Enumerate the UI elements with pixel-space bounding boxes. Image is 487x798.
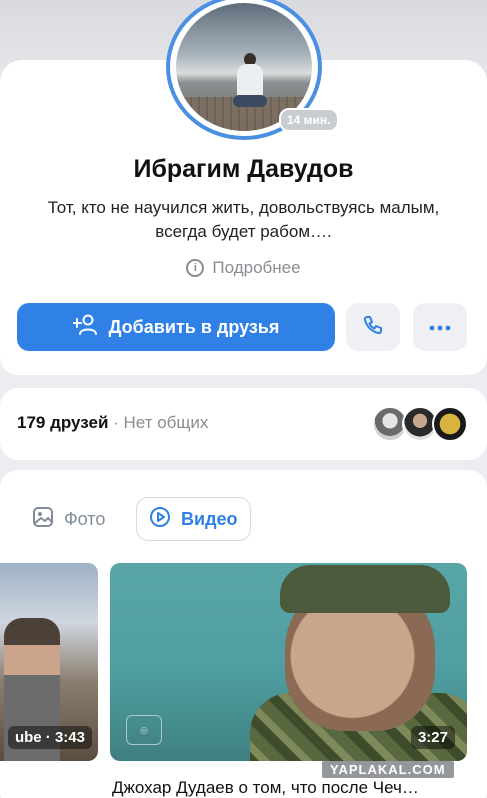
video-thumbnail[interactable]: ube · 3:43 — [0, 563, 98, 761]
add-friend-label: Добавить в друзья — [108, 316, 280, 337]
more-button[interactable] — [413, 303, 467, 351]
more-info-label: Подробнее — [212, 258, 301, 277]
more-icon — [429, 318, 451, 336]
add-user-icon — [71, 314, 99, 341]
video-duration: 3:27 — [410, 726, 455, 749]
more-info-link[interactable]: i Подробнее — [0, 258, 487, 278]
info-icon: i — [186, 259, 205, 277]
profile-status: Тот, кто не научился жить, довольствуясь… — [47, 198, 440, 241]
tab-video-label: Видео — [181, 508, 238, 529]
profile-name: Ибрагим Давудов — [133, 155, 354, 183]
video-thumbnail[interactable]: ◎ 3:27 — [110, 563, 467, 761]
play-icon — [149, 506, 171, 533]
tab-photo[interactable]: Фото — [20, 497, 117, 541]
photo-icon — [32, 506, 54, 533]
phone-icon — [362, 314, 384, 341]
channel-logo-icon: ◎ — [126, 715, 162, 745]
tab-photo-label: Фото — [64, 508, 106, 529]
friends-summary[interactable]: 179 друзей · Нет общих — [17, 413, 208, 433]
online-badge: 14 мин. — [279, 108, 339, 132]
tab-video[interactable]: Видео — [136, 497, 251, 541]
mutual-friends-label: · Нет общих — [113, 413, 209, 432]
call-button[interactable] — [346, 303, 400, 351]
friend-avatar — [432, 406, 468, 442]
watermark: YAPLAKAL.COM — [322, 761, 454, 778]
friends-count: 179 друзей — [17, 413, 109, 432]
add-friend-button[interactable]: Добавить в друзья — [17, 303, 335, 351]
video-duration: ube · 3:43 — [7, 726, 92, 749]
video-title[interactable]: Джохар Дудаев о том, что после Чеч… — [112, 778, 472, 798]
